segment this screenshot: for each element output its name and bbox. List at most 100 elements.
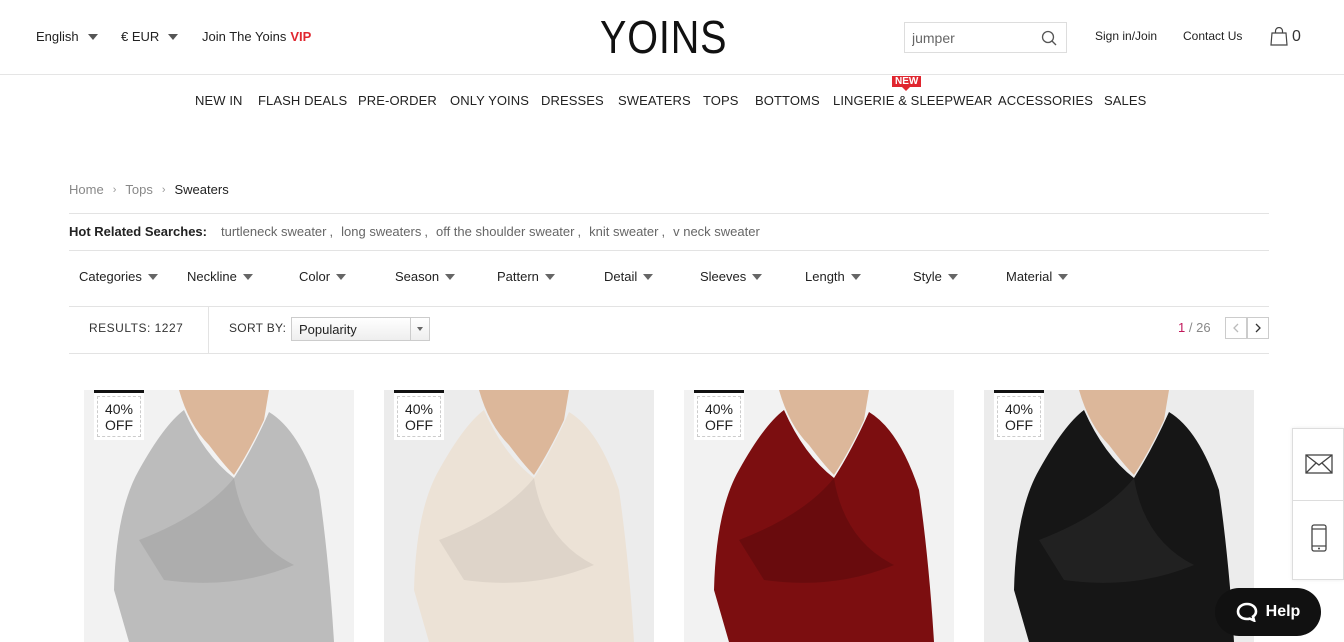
hot-search-link[interactable]: v neck sweater [673, 224, 760, 239]
divider [69, 250, 1269, 251]
hot-search-link[interactable]: knit sweater [589, 224, 658, 239]
filter-label: Style [913, 269, 942, 284]
divider [69, 306, 1269, 307]
filter-label: Material [1006, 269, 1053, 284]
currency-selector[interactable]: € EUR [121, 29, 179, 44]
help-label: Help [1265, 603, 1301, 620]
page-indicator: 1 / 26 [1178, 320, 1211, 335]
product-card[interactable]: 40% OFF [984, 390, 1254, 642]
main-nav: NEW IN FLASH DEALS PRE-ORDER ONLY YOINS … [0, 93, 1344, 109]
discount-badge: 40% OFF [694, 390, 744, 440]
join-vip-link[interactable]: Join The Yoins VIP [202, 29, 311, 44]
breadcrumb: Home › Tops › Sweaters [69, 182, 229, 197]
hot-search-link[interactable]: long sweaters [341, 224, 421, 239]
sort-value: Popularity [299, 322, 357, 337]
breadcrumb-separator-icon: › [161, 183, 166, 196]
nav-tops[interactable]: TOPS [703, 93, 739, 108]
discount-badge: 40% OFF [394, 390, 444, 440]
chevron-down-icon [168, 33, 179, 40]
prev-page-button[interactable] [1225, 317, 1247, 339]
nav-only-yoins[interactable]: ONLY YOINS [450, 93, 529, 108]
new-badge: NEW [892, 76, 922, 91]
sort-select[interactable]: Popularity [291, 317, 430, 341]
breadcrumb-home[interactable]: Home [69, 182, 104, 197]
filter-label: Color [299, 269, 331, 284]
chevron-down-icon [1058, 273, 1069, 280]
chevron-down-icon [445, 273, 456, 280]
vip-label: VIP [290, 29, 312, 44]
filter-color[interactable]: Color [299, 269, 347, 284]
chevron-right-icon [1255, 323, 1261, 333]
filter-label: Pattern [497, 269, 539, 284]
nav-new-in[interactable]: NEW IN [195, 93, 243, 108]
mobile-app-button[interactable] [1293, 503, 1344, 573]
product-card[interactable]: 40% OFF [684, 390, 954, 642]
next-page-button[interactable] [1247, 317, 1269, 339]
chevron-down-icon [850, 273, 861, 280]
breadcrumb-current: Sweaters [174, 182, 229, 197]
chevron-down-icon [643, 273, 654, 280]
contact-link[interactable]: Contact Us [1183, 29, 1242, 43]
chevron-down-icon [87, 33, 98, 40]
cart-count: 0 [1292, 27, 1301, 45]
hot-search-link[interactable]: turtleneck sweater [221, 224, 327, 239]
chevron-down-icon [752, 273, 763, 280]
chevron-down-icon [544, 273, 555, 280]
product-card[interactable]: 40% OFF [384, 390, 654, 642]
nav-pre-order[interactable]: PRE-ORDER [358, 93, 437, 108]
filter-label: Season [395, 269, 440, 284]
filter-style[interactable]: Style [913, 269, 958, 284]
yoins-logo[interactable]: YOINS [600, 14, 727, 60]
shopping-bag-icon [1270, 27, 1288, 46]
email-button[interactable] [1293, 429, 1344, 499]
search-icon[interactable] [1041, 30, 1057, 46]
breadcrumb-tops[interactable]: Tops [125, 182, 152, 197]
search-box [904, 22, 1067, 53]
nav-sales[interactable]: SALES [1104, 93, 1146, 108]
filter-neckline[interactable]: Neckline [187, 269, 253, 284]
sort-label: SORT BY: [229, 321, 287, 335]
filter-label: Detail [604, 269, 638, 284]
filter-label: Neckline [187, 269, 237, 284]
nav-dresses[interactable]: DRESSES [541, 93, 604, 108]
chevron-down-icon [242, 273, 253, 280]
filter-label: Sleeves [700, 269, 747, 284]
chevron-left-icon [1233, 323, 1239, 333]
filter-categories[interactable]: Categories [79, 269, 158, 284]
filter-sleeves[interactable]: Sleeves [700, 269, 763, 284]
nav-sweaters[interactable]: SWEATERS [618, 93, 691, 108]
page-total: / 26 [1188, 320, 1211, 335]
language-selector[interactable]: English [36, 29, 98, 44]
language-label: English [36, 29, 79, 44]
divider [208, 307, 209, 353]
signin-link[interactable]: Sign in/Join [1095, 29, 1157, 43]
filter-pattern[interactable]: Pattern [497, 269, 555, 284]
mobile-phone-icon [1311, 524, 1327, 552]
nav-flash-deals[interactable]: FLASH DEALS [258, 93, 347, 108]
filter-length[interactable]: Length [805, 269, 861, 284]
chevron-down-icon [147, 273, 158, 280]
help-chat-button[interactable]: Help [1215, 588, 1321, 636]
filter-label: Length [805, 269, 845, 284]
divider [69, 353, 1269, 354]
join-vip-text: Join The Yoins [202, 29, 287, 44]
currency-label: € EUR [121, 29, 160, 44]
breadcrumb-separator-icon: › [112, 183, 117, 196]
hot-search-link[interactable]: off the shoulder sweater [436, 224, 575, 239]
hot-searches-label: Hot Related Searches: [69, 224, 207, 239]
nav-lingerie-sleepwear[interactable]: LINGERIE & SLEEPWEAR [833, 93, 993, 108]
nav-accessories[interactable]: ACCESSORIES [998, 93, 1093, 108]
filter-detail[interactable]: Detail [604, 269, 654, 284]
chevron-down-icon [336, 273, 347, 280]
search-input[interactable] [905, 23, 1030, 52]
product-card[interactable]: 40% OFF [84, 390, 354, 642]
chat-bubble-icon [1236, 602, 1257, 622]
cart-button[interactable]: 0 [1270, 27, 1301, 46]
top-bar: English € EUR Join The YoinsVIP YOINS Si… [0, 0, 1344, 75]
chevron-down-icon [947, 273, 958, 280]
filter-material[interactable]: Material [1006, 269, 1069, 284]
nav-bottoms[interactable]: BOTTOMS [755, 93, 820, 108]
mail-icon [1305, 454, 1333, 474]
divider [69, 213, 1269, 214]
filter-season[interactable]: Season [395, 269, 456, 284]
